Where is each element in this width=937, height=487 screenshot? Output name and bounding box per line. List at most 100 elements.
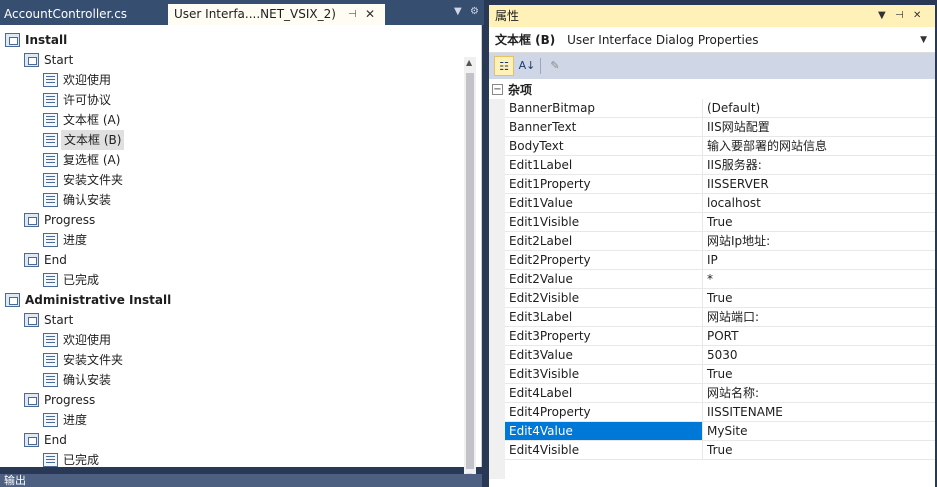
property-value[interactable]: IIS服务器: — [703, 156, 935, 174]
property-name[interactable]: Edit2Label — [505, 232, 703, 250]
collapse-icon[interactable]: − — [492, 84, 503, 95]
property-name[interactable]: Edit4Property — [505, 403, 703, 421]
property-value[interactable]: 网站Ip地址: — [703, 232, 935, 250]
property-value[interactable]: PORT — [703, 327, 935, 345]
object-selector[interactable]: 文本框 (B) User Interface Dialog Properties… — [489, 27, 935, 53]
dialog-icon — [43, 153, 58, 167]
wrench-icon[interactable]: ✎ — [545, 56, 565, 76]
property-name[interactable]: Edit4Label — [505, 384, 703, 402]
close-icon[interactable]: ✕ — [913, 5, 921, 27]
pin-icon[interactable]: ⊣ — [348, 4, 357, 25]
tab-user-interface[interactable]: User Interfa....NET_VSIX_2) ⊣ ✕ — [168, 4, 385, 25]
dialog-icon — [43, 373, 58, 387]
property-value[interactable]: True — [703, 441, 935, 459]
property-value[interactable]: * — [703, 270, 935, 288]
tree-node-label: 欢迎使用 — [63, 333, 112, 347]
property-value[interactable]: 输入要部署的网站信息 — [703, 137, 935, 155]
property-name[interactable]: Edit3Property — [505, 327, 703, 345]
property-name[interactable]: Edit3Value — [505, 346, 703, 364]
property-name[interactable]: BodyText — [505, 137, 703, 155]
properties-title: 属性 — [495, 9, 520, 23]
pin-icon[interactable]: ⊣ — [895, 5, 904, 27]
property-name[interactable]: Edit4Value — [505, 422, 703, 440]
gear-icon[interactable]: ⚙ — [470, 6, 479, 17]
tree-node-label: End — [44, 433, 67, 447]
property-row[interactable]: Edit1Value localhost — [505, 194, 935, 213]
property-row[interactable]: BodyText 输入要部署的网站信息 — [505, 137, 935, 156]
tree-node-label: 确认安装 — [63, 373, 112, 387]
property-row[interactable]: Edit3Label 网站端口: — [505, 308, 935, 327]
property-row[interactable]: Edit2Visible True — [505, 289, 935, 308]
tree-node-label: 文本框 (A) — [63, 113, 121, 127]
vertical-scrollbar[interactable]: ▲ ▼ — [464, 57, 476, 485]
tree-node-label: 进度 — [63, 413, 88, 427]
property-row[interactable]: BannerText IIS网站配置 — [505, 118, 935, 137]
window-position-icon[interactable]: ▼ — [878, 5, 886, 27]
property-value[interactable]: 5030 — [703, 346, 935, 364]
property-row[interactable]: Edit3Visible True — [505, 365, 935, 384]
property-value[interactable]: True — [703, 213, 935, 231]
property-name[interactable]: Edit1Value — [505, 194, 703, 212]
scroll-thumb[interactable] — [466, 73, 474, 469]
property-name[interactable]: Edit2Value — [505, 270, 703, 288]
categorized-view-icon[interactable]: ☷ — [494, 56, 514, 76]
tree-node-label: 复选框 (A) — [63, 153, 121, 167]
chevron-down-icon[interactable]: ▼ — [920, 27, 927, 53]
property-value[interactable]: IIS网站配置 — [703, 118, 935, 136]
tab-dropdown-icon[interactable]: ▼ — [454, 6, 462, 17]
grid-gutter — [489, 99, 505, 479]
property-name[interactable]: BannerBitmap — [505, 99, 703, 117]
tree-node-label: End — [44, 253, 67, 267]
folder-dialog-icon — [5, 33, 20, 47]
property-row[interactable]: Edit2Value * — [505, 270, 935, 289]
scroll-up-icon[interactable]: ▲ — [466, 58, 472, 67]
property-value[interactable]: IISSERVER — [703, 175, 935, 193]
property-value[interactable]: True — [703, 365, 935, 383]
property-name[interactable]: Edit2Visible — [505, 289, 703, 307]
property-name[interactable]: Edit1Label — [505, 156, 703, 174]
property-name[interactable]: Edit1Visible — [505, 213, 703, 231]
category-row[interactable]: − 杂项 — [489, 81, 935, 99]
property-row[interactable]: Edit1Visible True — [505, 213, 935, 232]
property-value[interactable]: localhost — [703, 194, 935, 212]
property-value[interactable]: (Default) — [703, 99, 935, 117]
property-name[interactable]: Edit3Visible — [505, 365, 703, 383]
tab-label: User Interfa....NET_VSIX_2) — [174, 7, 336, 21]
property-name[interactable]: Edit3Label — [505, 308, 703, 326]
property-name[interactable]: Edit4Visible — [505, 441, 703, 459]
property-row[interactable]: Edit3Property PORT — [505, 327, 935, 346]
property-name[interactable]: BannerText — [505, 118, 703, 136]
property-row[interactable]: Edit1Label IIS服务器: — [505, 156, 935, 175]
property-row[interactable]: Edit4Label 网站名称: — [505, 384, 935, 403]
property-row[interactable]: Edit2Label 网站Ip地址: — [505, 232, 935, 251]
property-name[interactable]: Edit1Property — [505, 175, 703, 193]
tab-account-controller[interactable]: AccountController.cs — [0, 4, 168, 25]
property-value[interactable]: IP — [703, 251, 935, 269]
property-row[interactable]: Edit4Value MySite — [505, 422, 935, 441]
property-value[interactable]: 网站名称: — [703, 384, 935, 402]
property-row[interactable]: Edit3Value 5030 — [505, 346, 935, 365]
property-row[interactable]: BannerBitmap (Default) — [505, 99, 935, 118]
tree-node-label: 已完成 — [63, 453, 100, 467]
property-row[interactable]: Edit4Visible True — [505, 441, 935, 460]
dialog-icon — [43, 133, 58, 147]
property-value[interactable]: IISSITENAME — [703, 403, 935, 421]
property-value[interactable]: MySite — [703, 422, 935, 440]
output-panel-header[interactable]: 输出 — [0, 474, 482, 487]
object-type: User Interface Dialog Properties — [567, 33, 759, 47]
tree-node-label: 已完成 — [63, 273, 100, 287]
property-row[interactable]: Edit4Property IISSITENAME — [505, 403, 935, 422]
alphabetical-sort-icon[interactable]: A↓ — [517, 56, 537, 76]
property-row[interactable]: Edit1Property IISSERVER — [505, 175, 935, 194]
category-name: 杂项 — [508, 83, 533, 97]
property-value[interactable]: 网站端口: — [703, 308, 935, 326]
close-icon[interactable]: ✕ — [365, 4, 375, 25]
dialog-icon — [43, 413, 58, 427]
property-grid: − 杂项 BannerBitmap (Default) BannerText IIS网… — [489, 81, 935, 479]
properties-toolbar: ☷ A↓ ✎ — [489, 53, 935, 79]
property-row[interactable]: Edit2Property IP — [505, 251, 935, 270]
property-value[interactable]: True — [703, 289, 935, 307]
tree-node-label: Administrative Install — [25, 293, 172, 307]
property-name[interactable]: Edit2Property — [505, 251, 703, 269]
dialog-icon — [43, 353, 58, 367]
